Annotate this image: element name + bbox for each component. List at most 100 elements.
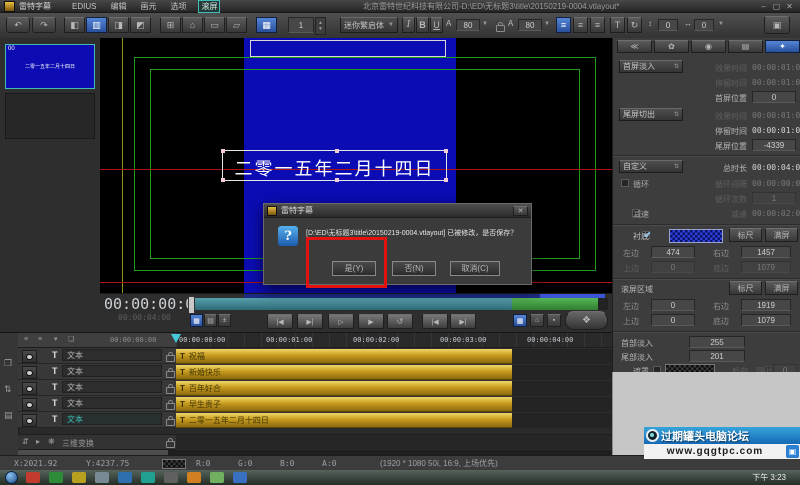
track-lock-icon[interactable] <box>166 419 175 426</box>
view-toggle-3[interactable]: ± <box>218 314 231 327</box>
tail-screen-effect-select[interactable]: 尾屏切出⇅ <box>619 108 683 121</box>
scroll-bottom-input[interactable]: 1079 <box>741 314 791 326</box>
selection-handle[interactable] <box>444 149 448 153</box>
menu-roll-active[interactable]: 滚屏 <box>198 0 220 13</box>
spacing-dropdown-icon[interactable]: ▼ <box>718 21 724 27</box>
timing-mode-select[interactable]: 自定义⇅ <box>619 160 683 173</box>
taskbar-icon[interactable] <box>187 472 201 483</box>
track-visibility-icon[interactable] <box>22 350 37 363</box>
timeline-ruler[interactable]: 00:00:00:00 00:00:01:00 00:00:02:00 00:0… <box>176 333 612 348</box>
scroll-ruler-button[interactable]: 标尺 <box>729 281 762 295</box>
feather-input[interactable]: 0 <box>773 364 797 372</box>
italic-button[interactable]: I <box>402 17 415 33</box>
menu-options[interactable]: 选项 <box>170 1 186 12</box>
selection-handle[interactable] <box>221 149 225 153</box>
backing-fullscreen-button[interactable]: 满屏 <box>765 228 798 242</box>
taskbar-icon[interactable] <box>141 472 155 483</box>
line-spacing-input[interactable]: 0 <box>658 19 678 31</box>
dialog-close-button[interactable]: ✕ <box>513 206 528 216</box>
play-button[interactable]: ▶ <box>358 314 384 329</box>
library-button[interactable]: ▦ <box>256 17 277 33</box>
selection-handle[interactable] <box>221 178 225 182</box>
loop-button[interactable]: ↺ <box>387 314 413 329</box>
tab-roll[interactable]: ≪ <box>617 40 652 53</box>
tool-image-button[interactable]: ◩ <box>130 17 151 33</box>
dialog-title-bar[interactable]: 雷特字幕 ✕ <box>264 204 531 218</box>
menu-element[interactable]: 画元 <box>140 1 156 12</box>
next-page-button[interactable]: ▶| <box>450 314 476 329</box>
font-size-input[interactable]: 80 <box>456 19 480 31</box>
timeline-clip-selected[interactable]: T 二零一五年二月十四日 <box>176 413 512 428</box>
backing-top-input[interactable]: 0 <box>651 261 695 273</box>
play-preview-button[interactable]: ▷ <box>328 314 354 329</box>
track-visibility-icon[interactable] <box>22 382 37 395</box>
page-thumbnail-empty[interactable] <box>5 93 95 139</box>
view-toggle-2[interactable]: ▤ <box>204 314 217 327</box>
text-object-selection[interactable]: 二零一五年二月十四日 <box>222 150 447 181</box>
timeline-playhead-marker[interactable] <box>171 334 181 343</box>
export-button[interactable]: ❖ <box>565 311 608 330</box>
rail-sort-icon[interactable]: ⇅ <box>4 385 12 394</box>
timeline-clip[interactable]: T 早生贵子 <box>176 397 512 412</box>
align-left-button[interactable]: ≡ <box>556 17 571 33</box>
header-icon-4[interactable]: ❏ <box>68 336 74 343</box>
track-visibility-icon[interactable] <box>22 414 37 427</box>
transform-row-lane[interactable] <box>176 434 612 449</box>
undo-button[interactable]: ↶ <box>6 17 30 33</box>
selection-handle[interactable] <box>335 149 339 153</box>
loop-checkbox[interactable] <box>621 179 629 187</box>
layer-spinner-arrows[interactable]: ▲▼ <box>315 17 326 35</box>
prev-page-button[interactable]: |◀ <box>422 314 448 329</box>
track-label[interactable]: 文本 <box>62 365 162 377</box>
layer-spinner[interactable]: 1 <box>288 17 314 33</box>
output-toggle-3[interactable]: ▪ <box>547 314 561 327</box>
char-spacing-input[interactable]: 0 <box>694 19 714 31</box>
tool-3d-button[interactable]: ◧ <box>64 17 85 33</box>
tool-shape-button[interactable]: ◨ <box>108 17 129 33</box>
output-toggle-2[interactable]: ⌂ <box>530 314 544 327</box>
scroll-top-input[interactable]: 0 <box>651 314 695 326</box>
track-lock-icon[interactable] <box>166 387 175 394</box>
head-fade-input[interactable]: 255 <box>689 336 745 348</box>
timeline-clip[interactable]: T 百年好合 <box>176 381 512 396</box>
monitor-button[interactable]: ▣ <box>764 16 790 34</box>
tab-style[interactable]: ✿ <box>654 40 689 53</box>
transform-expand-icon[interactable]: ▸ <box>36 438 40 446</box>
track-visibility-icon[interactable] <box>22 398 37 411</box>
taskbar-icon[interactable] <box>233 472 247 483</box>
taskbar-icon[interactable] <box>72 472 86 483</box>
track-label[interactable]: 文本 <box>62 381 162 393</box>
backing-bottom-input[interactable]: 1079 <box>741 261 791 273</box>
taskbar-icon[interactable] <box>26 472 40 483</box>
maximize-button[interactable]: ▢ <box>770 2 783 11</box>
taskbar-icon[interactable] <box>118 472 132 483</box>
transform-collapse-icon[interactable]: ⇵ <box>22 438 29 446</box>
track-visibility-icon[interactable] <box>22 366 37 379</box>
header-icon-2[interactable]: ≡ <box>38 336 42 343</box>
taskbar-icon[interactable] <box>95 472 109 483</box>
scrub-bar[interactable] <box>190 298 608 310</box>
insert-box-button[interactable]: ▱ <box>226 17 247 33</box>
timeline-clip[interactable]: T 祝福 <box>176 349 512 364</box>
close-button[interactable]: ✕ <box>783 2 796 11</box>
aspect-lock-icon[interactable] <box>496 25 505 32</box>
rail-list-icon[interactable]: ▤ <box>4 411 13 420</box>
align-right-button[interactable]: ≡ <box>590 17 605 33</box>
scroll-right-input[interactable]: 1919 <box>741 299 791 311</box>
output-toggle-1[interactable]: ▦ <box>513 314 527 327</box>
mask-swatch[interactable] <box>665 364 715 372</box>
font-select[interactable]: 迷你繁启体▼ <box>340 17 398 33</box>
taskbar-icon[interactable] <box>164 472 178 483</box>
go-end-button[interactable]: ▶| <box>297 314 323 329</box>
track-lock-icon[interactable] <box>166 355 175 362</box>
backing-ruler-button[interactable]: 标尺 <box>729 228 762 242</box>
track-label[interactable]: 文本 <box>62 349 162 361</box>
rail-pages-icon[interactable]: ❐ <box>4 359 12 368</box>
tab-properties-active[interactable]: ✦ <box>765 40 800 53</box>
tail-position-input[interactable]: -4339 <box>752 139 796 151</box>
font-width-dropdown-icon[interactable]: ▼ <box>544 21 550 27</box>
insert-template-button[interactable]: ⊞ <box>160 17 181 33</box>
cancel-button[interactable]: 取消(C) <box>450 261 500 276</box>
underline-button[interactable]: U <box>430 17 443 33</box>
tab-page[interactable]: ▤ <box>728 40 763 53</box>
